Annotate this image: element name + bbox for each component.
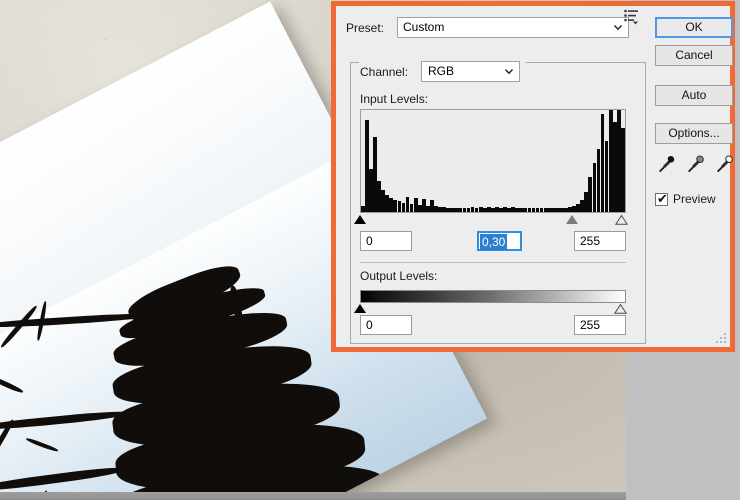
output-levels-label: Output Levels: [360,269,438,283]
levels-dialog: Preset: Custom Channel: RGB Input Levels… [331,1,735,352]
resize-grip-icon[interactable] [715,332,727,344]
output-white-point-value: 255 [580,318,601,332]
channel-value: RGB [428,64,455,78]
input-white-point-field[interactable]: 255 [574,231,626,251]
auto-button[interactable]: Auto [655,85,733,106]
input-levels-slider-track[interactable] [354,214,628,225]
preset-value: Custom [403,20,445,34]
set-black-point-eyedropper[interactable] [656,154,676,174]
set-white-point-eyedropper[interactable] [714,154,734,174]
chevron-down-icon [613,25,623,31]
preview-label: Preview [673,192,716,206]
preset-label: Preset: [346,21,385,35]
branch-stroke [0,409,130,432]
input-white-point-handle[interactable] [614,215,628,225]
output-levels-slider-track[interactable] [354,304,627,315]
input-gamma-value: 0,30 [480,234,508,250]
histogram-plot [361,110,625,212]
input-levels-label: Input Levels: [360,92,429,106]
branch-stroke [0,464,126,492]
output-black-point-field[interactable]: 0 [360,315,412,335]
output-white-point-field[interactable]: 255 [574,315,626,335]
chevron-down-icon [504,69,514,75]
preset-row: Preset: Custom [346,17,631,39]
set-gray-point-eyedropper[interactable] [685,154,705,174]
preset-options-menu-icon[interactable] [623,8,641,26]
options-button[interactable]: Options... [655,123,733,144]
histogram-bar [620,128,625,212]
preview-checkbox[interactable]: ✔ [655,191,668,206]
ok-button[interactable]: OK [655,17,733,38]
document-bottom-shadow [0,492,626,500]
check-icon: ✔ [657,191,668,206]
input-levels-histogram [360,109,626,213]
channel-label: Channel: [360,65,409,79]
output-white-point-handle[interactable] [614,304,627,314]
input-gamma-handle[interactable] [565,215,578,224]
input-gamma-field[interactable]: 0,30 [477,231,522,251]
output-levels-gradient-bar[interactable] [360,290,626,303]
channel-dropdown[interactable]: RGB [421,61,520,82]
cancel-button[interactable]: Cancel [655,45,733,66]
eyedropper-group [656,154,736,176]
branch-stroke [25,437,59,453]
input-black-point-handle[interactable] [354,215,366,224]
input-white-point-value: 255 [580,234,601,248]
output-black-point-handle[interactable] [354,304,366,313]
input-black-point-field[interactable]: 0 [360,231,412,251]
section-divider [360,262,626,263]
output-black-point-value: 0 [366,318,373,332]
levels-dialog-body: Preset: Custom Channel: RGB Input Levels… [336,6,733,347]
branch-stroke [0,373,24,395]
input-black-point-value: 0 [366,234,373,248]
preset-dropdown[interactable]: Custom [397,17,629,38]
